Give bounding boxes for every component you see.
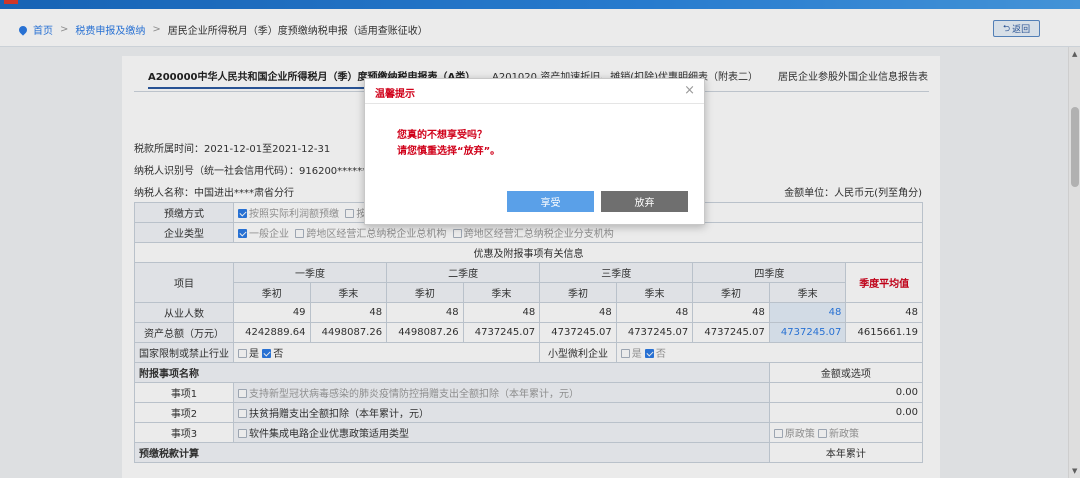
confirm-dialog: 温馨提示 × 您真的不想享受吗？ 请您慎重选择“放弃”。 享受 放弃 bbox=[364, 78, 705, 225]
accept-button[interactable]: 享受 bbox=[507, 191, 594, 212]
dialog-header: 温馨提示 × bbox=[365, 79, 704, 104]
modal-overlay bbox=[0, 0, 1080, 478]
dialog-title: 温馨提示 bbox=[375, 89, 415, 100]
give-up-button[interactable]: 放弃 bbox=[601, 191, 688, 212]
close-icon[interactable]: × bbox=[684, 83, 695, 98]
dialog-message-line1: 您真的不想享受吗？ bbox=[397, 130, 487, 141]
dialog-message-line2: 请您慎重选择“放弃”。 bbox=[397, 146, 501, 157]
